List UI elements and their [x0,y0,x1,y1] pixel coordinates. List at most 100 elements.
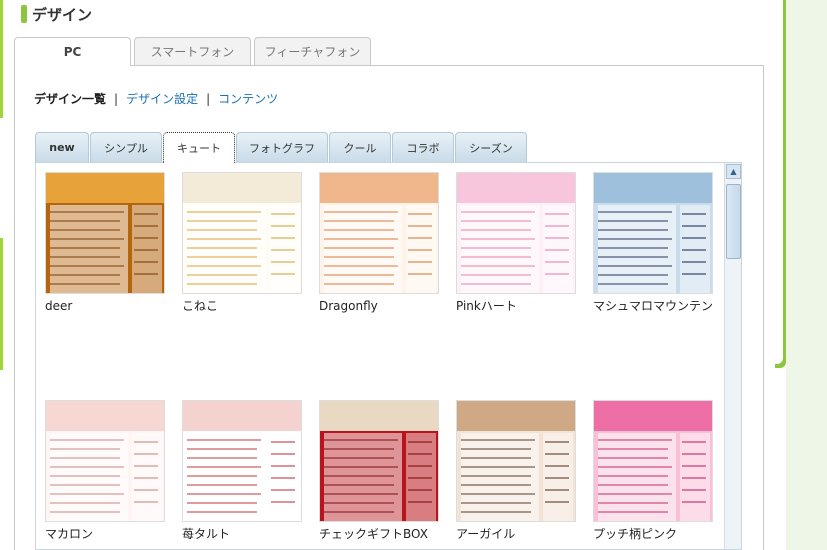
thumbnail-text-line [598,229,668,231]
thumbnail-sidebar-line [682,273,706,275]
thumbnail-text-line [598,511,668,513]
design-thumbnail[interactable] [456,400,576,522]
thumbnail-sidebar-line [271,489,295,491]
tab-new[interactable]: new [35,132,89,162]
subnav-separator: | [114,91,119,106]
design-name: プッチ柄ピンク [593,527,678,541]
design-name: マカロン [45,527,94,541]
design-thumbnail[interactable] [45,400,165,522]
thumbnail-text-line [187,511,257,513]
tab-smartphone[interactable]: スマートフォン [134,37,251,65]
thumbnail-sidebar-line [545,465,569,467]
thumbnail-main-column [461,433,539,521]
design-tile[interactable]: Pinkハート [456,172,576,314]
thumbnail-sidebar-line [271,261,295,263]
thumbnail-header [320,401,438,431]
design-thumbnail[interactable] [45,172,165,294]
thumbnail-sidebar-line [545,453,569,455]
thumbnail-sidebar-line [545,477,569,479]
design-tile[interactable]: マカロン [45,400,165,542]
design-tile[interactable]: マシュマロマウンテン [593,172,713,314]
design-tile[interactable]: アーガイル [456,400,576,542]
thumbnail-sidebar-line [408,489,432,491]
thumbnail-sidebar-line [545,273,569,275]
thumbnail-text-line [461,274,531,276]
thumbnail-text-line [324,511,394,513]
thumbnail-text-line [50,283,120,285]
subnav-contents-link[interactable]: コンテンツ [218,90,278,107]
title-marker [21,5,27,23]
thumbnail-sidebar-line [408,441,432,443]
thumbnail-header [46,401,164,431]
thumbnail-sidebar-line [682,249,706,251]
thumbnail-text-line [324,493,398,495]
design-tile[interactable]: チェックギフトBOX [319,400,439,542]
thumbnail-text-line [598,466,672,468]
scroll-up-arrow-icon[interactable]: ▲ [726,164,741,179]
thumbnail-sidebar-line [134,261,158,263]
thumbnail-sidebar-line [134,501,158,503]
design-tile[interactable]: 苺タルト [182,400,302,542]
design-tile[interactable]: Dragonfly [319,172,439,314]
thumbnail-text-line [598,247,668,249]
design-grid: ▲ deer こねこ Dragonfly Pinkハート マシュマロマウンテンマカロン 苺… [35,162,742,550]
vertical-scrollbar[interactable]: ▲ [724,163,741,549]
design-tile[interactable]: こねこ [182,172,302,314]
tab-featurephone[interactable]: フィーチャフォン [254,37,371,65]
design-thumbnail[interactable] [593,172,713,294]
tab-cool[interactable]: クール [329,132,391,162]
thumbnail-sidebar-line [682,477,706,479]
design-thumbnail[interactable] [319,400,439,522]
thumbnail-text-line [461,238,535,240]
thumbnail-sidebar-line [134,465,158,467]
thumbnail-text-line [324,238,398,240]
tab-season[interactable]: シーズン [455,132,527,162]
scroll-thumb[interactable] [726,184,741,259]
tab-cute[interactable]: キュート [163,132,235,163]
device-tabs: PC スマートフォン フィーチャフォン [14,37,374,66]
subnav-design-settings-link[interactable]: デザイン設定 [126,90,198,107]
thumbnail-sidebar-line [682,213,706,215]
thumbnail-main-column [187,433,265,521]
thumbnail-text-line [187,265,261,267]
thumbnail-text-line [598,439,672,441]
design-name: Pinkハート [456,299,517,313]
tab-collab[interactable]: コラボ [392,132,454,162]
thumbnail-header [457,173,575,203]
thumbnail-sidebar-line [134,237,158,239]
thumbnail-text-line [324,265,398,267]
tab-photograph[interactable]: フォトグラフ [236,132,328,162]
thumbnail-text-line [598,484,668,486]
design-thumbnail[interactable] [182,400,302,522]
design-thumbnail[interactable] [456,172,576,294]
thumbnail-sidebar-line [408,237,432,239]
design-thumbnail[interactable] [593,400,713,522]
thumbnail-sidebar-line [134,225,158,227]
page-title-text: デザイン [32,5,93,24]
thumbnail-text-line [324,247,394,249]
thumbnail-text-line [50,493,124,495]
thumbnail-main-column [50,205,128,293]
tab-simple[interactable]: シンプル [90,132,162,162]
design-tile[interactable]: deer [45,172,165,314]
design-tile[interactable]: プッチ柄ピンク [593,400,713,542]
thumbnail-text-line [187,448,257,450]
thumbnail-sidebar-line [271,249,295,251]
thumbnail-text-line [461,475,531,477]
design-thumbnail[interactable] [319,172,439,294]
tab-pc[interactable]: PC [14,37,131,66]
thumbnail-sidebar-line [408,477,432,479]
design-name: マシュマロマウンテン [593,299,714,313]
thumbnail-text-line [50,211,124,213]
right-background [786,0,827,550]
design-thumbnail[interactable] [182,172,302,294]
thumbnail-header [183,401,301,431]
thumbnail-text-line [324,484,394,486]
thumbnail-sidebar-line [682,225,706,227]
thumbnail-header [594,173,712,203]
thumbnail-text-line [187,457,257,459]
thumbnail-text-line [324,220,394,222]
thumbnail-text-line [187,238,261,240]
thumbnail-text-line [324,448,394,450]
thumbnail-header [46,173,164,203]
